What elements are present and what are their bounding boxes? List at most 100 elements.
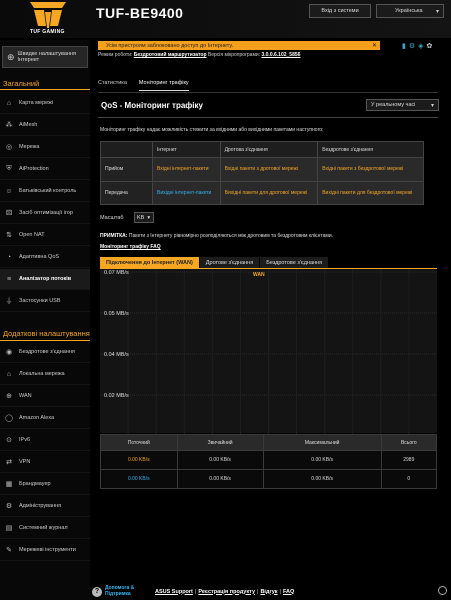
close-icon[interactable]: ✕: [372, 42, 377, 49]
open-nat-icon: ⇅: [6, 232, 12, 239]
tuf-logo-icon: [28, 2, 68, 28]
operation-mode-link[interactable]: Бездротовий маршрутизатор: [134, 52, 207, 58]
sidebar-item[interactable]: ⊕ WAN: [0, 386, 90, 407]
color-legend-table: Інтернет Дротова з'єднання Бездротове з'…: [100, 141, 424, 205]
divider: [98, 92, 438, 93]
tab-wired[interactable]: Дротове з'єднання: [199, 257, 261, 268]
separator: |: [194, 588, 197, 595]
aimesh-icon: ⁂: [5, 122, 13, 129]
sidebar-item-label: Адміністрування: [19, 503, 62, 509]
firmware-link[interactable]: 3.0.0.6.102_5856: [261, 52, 300, 58]
sidebar-item-label: Системний журнал: [19, 525, 68, 531]
table-row: 0.00 KB/s 0.00 KB/s 0.00 KB/s 0: [100, 469, 438, 489]
quick-setup-label: Швидке налаштування Інтернет: [17, 51, 76, 63]
language-select[interactable]: Українська ▾: [376, 4, 444, 18]
y-tick-label: 0.04 MB/s: [104, 352, 129, 358]
sidebar-item-label: Мережа: [19, 144, 40, 150]
scale-value: KB: [137, 214, 145, 221]
search-icon[interactable]: [438, 586, 447, 595]
sidebar-item[interactable]: ⁂ AiMesh: [0, 115, 90, 136]
footer: ? Допомога & Підтримка ASUS Support | Ре…: [92, 583, 451, 600]
tab-traffic-monitor[interactable]: Моніторинг трафіку: [138, 80, 189, 91]
y-tick-label: 0.02 MB/s: [104, 393, 129, 399]
scale-select[interactable]: KB ▾: [134, 212, 154, 223]
table-cell: Вхідні інтернет-пакети: [152, 157, 221, 182]
scale-label: Масштаб: [100, 215, 124, 221]
sidebar-item[interactable]: ☺ Батьківський контроль: [0, 181, 90, 202]
header: TUF GAMING TUF-BE9400 Вхід з системи Укр…: [0, 0, 451, 38]
language-value: Українська: [395, 8, 423, 14]
current-value: 0.00 KB/s: [100, 450, 178, 470]
current-value: 0.00 KB/s: [100, 469, 178, 489]
sidebar-item[interactable]: ≡ Аналізатор потоків: [0, 269, 90, 290]
sidebar: ⊕ Швидке налаштування Інтернет Загальний…: [0, 40, 90, 600]
sidebar-item-label: Аналізатор потоків: [19, 276, 72, 282]
gear-icon[interactable]: ✿: [427, 42, 433, 50]
sidebar-item-label: Застосунки USB: [19, 298, 61, 304]
sidebar-item[interactable]: ◯ Amazon Alexa: [0, 408, 90, 429]
page-tabs: Статистика Моніторинг трафіку: [98, 80, 189, 91]
view-mode-select[interactable]: У реальному часі ▾: [366, 99, 439, 111]
globe-icon: ⊕: [7, 51, 15, 62]
chart-tabs: Підключення до Інтернет (WAN) Дротове з'…: [100, 257, 330, 268]
gamepad-icon: ⚄: [5, 210, 13, 217]
sidebar-item-label: Батьківський контроль: [19, 188, 77, 194]
sidebar-item[interactable]: ⊙ IPv6: [0, 430, 90, 451]
sidebar-item-label: Адаптивна QoS: [19, 254, 60, 260]
sidebar-item[interactable]: ⌂ Карта мережі: [0, 93, 90, 114]
note: ПРИМІТКА: Пакети з Інтернету рівномірно …: [100, 233, 333, 239]
table-header: Всього: [380, 434, 438, 451]
sidebar-item[interactable]: ⇅ Open NAT: [0, 225, 90, 246]
sidebar-item[interactable]: ◔ Адаптивна QoS: [0, 247, 90, 268]
table-cell: Вихідні пакети для бездротової мережі: [317, 180, 424, 205]
sidebar-item[interactable]: ⌂ Локальна мережа: [0, 364, 90, 385]
divider: [98, 117, 438, 118]
sidebar-item[interactable]: ▤ Системний журнал: [0, 518, 90, 539]
tab-statistics[interactable]: Статистика: [98, 80, 127, 91]
tools-icon: ✎: [6, 547, 12, 554]
network-map-icon: ⌂: [6, 99, 12, 107]
model-name: TUF-BE9400: [96, 5, 184, 21]
product-registration-link[interactable]: Реєстрація продукту: [198, 589, 255, 595]
sidebar-item-label: AiProtection: [19, 166, 49, 172]
usb-status-icon[interactable]: ▮: [402, 42, 406, 50]
network-status-icon[interactable]: ⚙: [409, 42, 415, 50]
max-value: 0.00 KB/s: [262, 450, 382, 470]
sidebar-item[interactable]: ⚙ Адміністрування: [0, 496, 90, 517]
table-header: Поточний: [100, 434, 178, 451]
table-header: Звичайний: [176, 434, 264, 451]
alexa-icon: ◯: [5, 415, 13, 422]
sidebar-item-label: Засіб оптимізації ігор: [19, 210, 73, 216]
log-icon: ▤: [5, 525, 13, 532]
note-prefix: ПРИМІТКА:: [100, 233, 128, 239]
wifi-status-icon[interactable]: ◈: [418, 42, 423, 50]
tab-wan[interactable]: Підключення до Інтернет (WAN): [100, 257, 200, 268]
sidebar-item[interactable]: ⇄ VPN: [0, 452, 90, 473]
sidebar-item-label: Локальна мережа: [19, 371, 65, 377]
sidebar-item[interactable]: ⛨ AiProtection: [0, 159, 90, 180]
firmware-prefix: Версія мікропрограми:: [207, 52, 261, 58]
firewall-icon: ▦: [5, 481, 13, 488]
sidebar-item[interactable]: ⏚ Застосунки USB: [0, 291, 90, 312]
table-header: Інтернет: [152, 141, 221, 158]
alert-text: Усім пристроям заблоковано доступ до Інт…: [106, 42, 234, 49]
row-header-transmit: Передача: [100, 180, 153, 205]
faq-link[interactable]: Моніторинг трафіку FAQ: [100, 244, 161, 250]
tab-wireless[interactable]: Бездротове з'єднання: [260, 257, 330, 268]
sidebar-item[interactable]: ◉ Бездротове з'єднання: [0, 342, 90, 363]
sidebar-item[interactable]: ✎ Мережеві інструменти: [0, 540, 90, 561]
help-support-label[interactable]: Допомога & Підтримка: [105, 585, 145, 597]
logout-button[interactable]: Вхід з системи: [309, 4, 371, 18]
quick-setup-button[interactable]: ⊕ Швидке налаштування Інтернет: [2, 46, 88, 68]
sidebar-item-label: Мережеві інструменти: [19, 547, 76, 553]
max-value: 0.00 KB/s: [262, 469, 382, 489]
sidebar-item[interactable]: ◎ Мережа: [0, 137, 90, 158]
sidebar-item[interactable]: ▦ Брандмауер: [0, 474, 90, 495]
sidebar-item[interactable]: ⚄ Засіб оптимізації ігор: [0, 203, 90, 224]
chevron-down-icon: ▾: [435, 9, 439, 15]
feedback-link[interactable]: Відгук: [260, 589, 277, 595]
description: Моніторинг трафіку надає можливість стеж…: [100, 127, 324, 133]
asus-support-link[interactable]: ASUS Support: [155, 589, 193, 595]
mode-prefix: Режим роботи:: [98, 52, 133, 58]
faq-footer-link[interactable]: FAQ: [283, 589, 294, 595]
